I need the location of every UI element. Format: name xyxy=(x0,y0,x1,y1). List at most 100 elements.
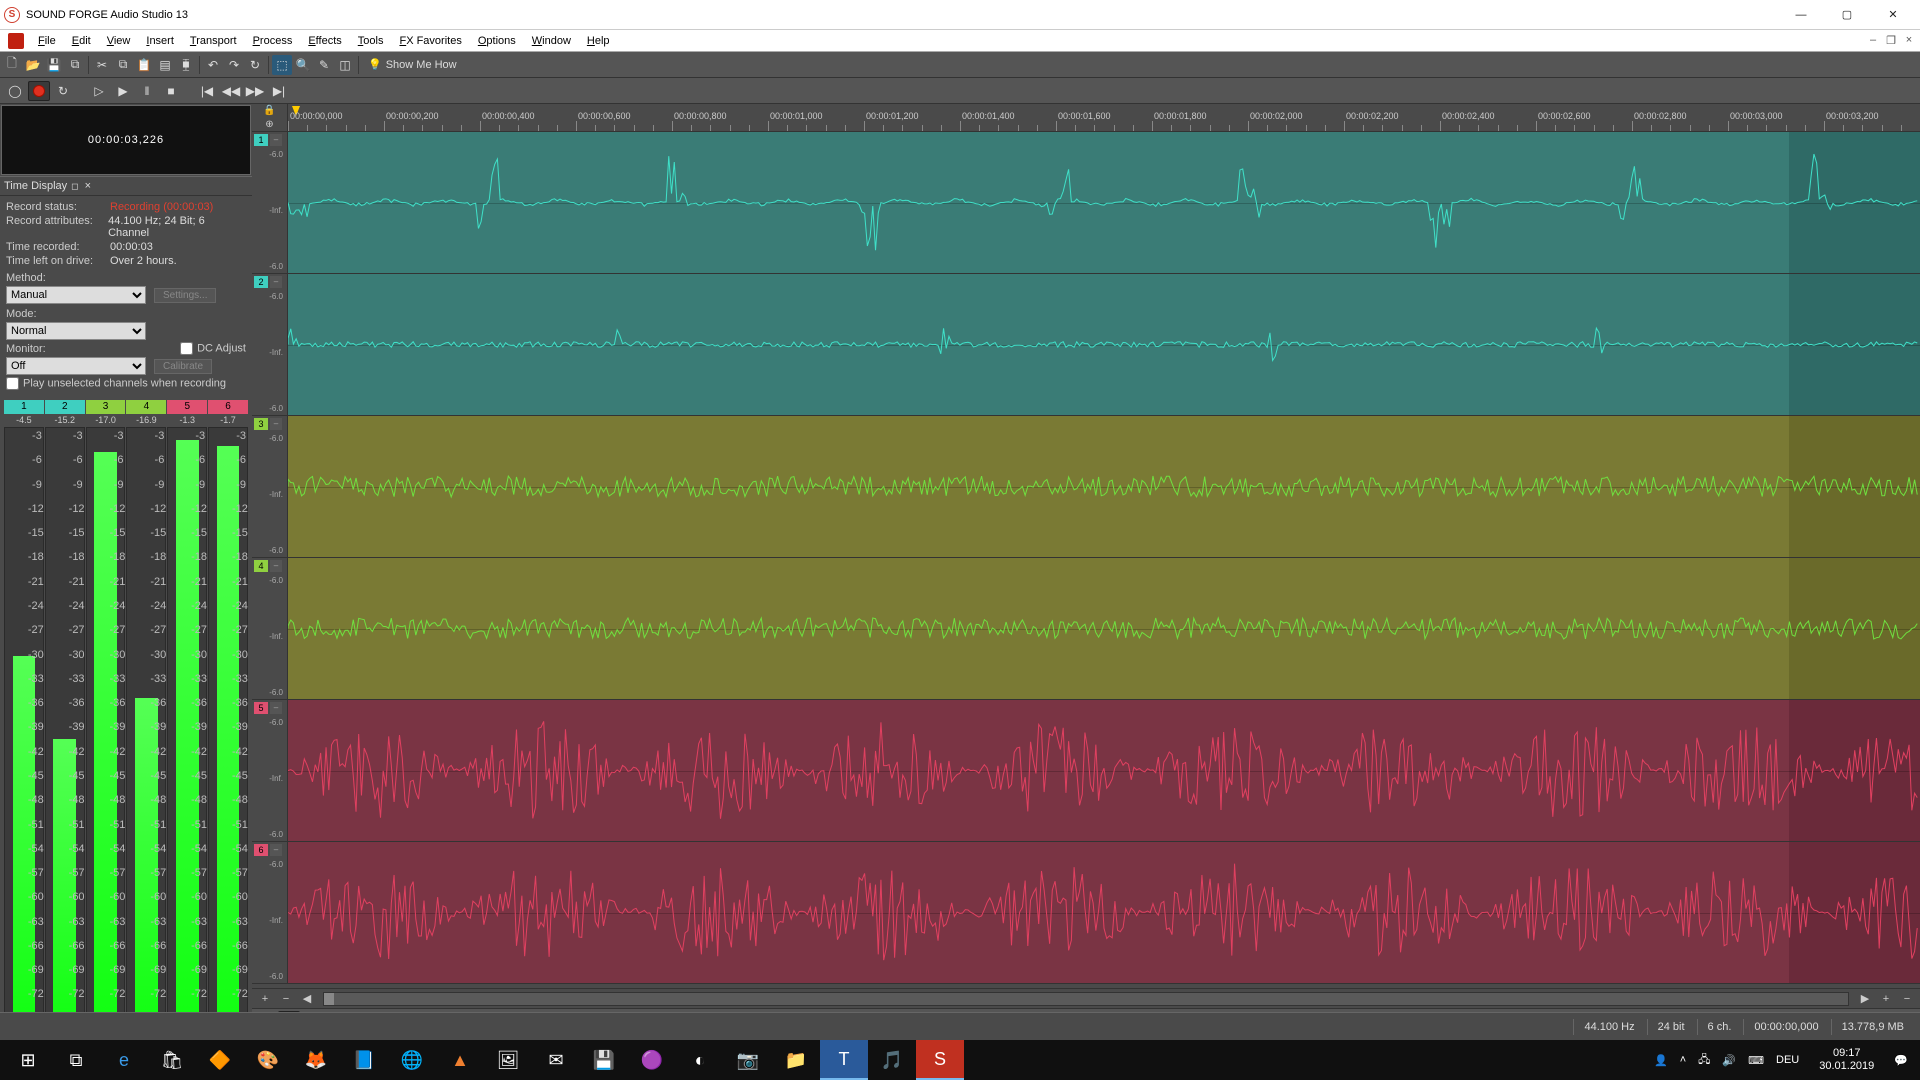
menu-fx-favorites[interactable]: FX Favorites xyxy=(391,32,469,50)
tray-language[interactable]: DEU xyxy=(1776,1054,1799,1066)
mdi-minimize-button[interactable]: – xyxy=(1864,34,1882,47)
scroll-right-button[interactable]: ▶ xyxy=(1856,991,1874,1007)
app-icon-7[interactable]: ◐ xyxy=(676,1040,724,1080)
track-4[interactable]: 4 – -6.0-Inf.-6.0 xyxy=(252,558,1920,700)
meter-channel-5[interactable]: 5 -1.3 -3-6-9-12-15-18-21-24-27-30-33-36… xyxy=(167,400,207,1028)
app-icon-9[interactable]: 🎵 xyxy=(868,1040,916,1080)
transport-record-button[interactable] xyxy=(28,81,50,101)
menu-help[interactable]: Help xyxy=(579,32,618,50)
transport-forward-button[interactable]: ▶▶ xyxy=(244,81,266,101)
track-2[interactable]: 2 – -6.0-Inf.-6.0 xyxy=(252,274,1920,416)
app-icon-6[interactable]: 🟣 xyxy=(628,1040,676,1080)
waveform-1[interactable] xyxy=(288,132,1920,273)
cut-button[interactable]: ✂ xyxy=(92,55,112,75)
tray-clock[interactable]: 09:17 30.01.2019 xyxy=(1811,1047,1882,1073)
menu-insert[interactable]: Insert xyxy=(138,32,182,50)
method-select[interactable]: Manual xyxy=(6,286,146,304)
redo-button[interactable]: ↷ xyxy=(224,55,244,75)
waveform-3[interactable] xyxy=(288,416,1920,557)
meter-channel-6[interactable]: 6 -1.7 -3-6-9-12-15-18-21-24-27-30-33-36… xyxy=(208,400,248,1028)
waveform-4[interactable] xyxy=(288,558,1920,699)
app-icon-4[interactable]: 🌐 xyxy=(388,1040,436,1080)
pencil-tool-button[interactable]: ✎ xyxy=(314,55,334,75)
transport-loop-playback-button[interactable]: ↻ xyxy=(52,81,74,101)
app-icon-5[interactable]: 🖼 xyxy=(484,1040,532,1080)
app-icon-8[interactable]: 📷 xyxy=(724,1040,772,1080)
repeat-button[interactable]: ↻ xyxy=(245,55,265,75)
track-header-2[interactable]: 2 – -6.0-Inf.-6.0 xyxy=(252,274,288,415)
meter-channel-1[interactable]: 1 -4.5 -3-6-9-12-15-18-21-24-27-30-33-36… xyxy=(4,400,44,1028)
menu-file[interactable]: File xyxy=(30,32,64,50)
store-icon[interactable]: 🛍 xyxy=(148,1040,196,1080)
track-minimize-icon[interactable]: – xyxy=(270,702,282,714)
save-as-button[interactable]: ⧉ xyxy=(65,55,85,75)
save-icon[interactable]: 💾 xyxy=(580,1040,628,1080)
waveform-5[interactable] xyxy=(288,700,1920,841)
settings-button[interactable]: Settings... xyxy=(154,288,216,303)
transport-pause-button[interactable]: ‖ xyxy=(136,81,158,101)
status-selection[interactable]: 00:00:00,000 xyxy=(1743,1019,1828,1035)
copy-button[interactable]: ⧉ xyxy=(113,55,133,75)
track-header-6[interactable]: 6 – -6.0-Inf.-6.0 xyxy=(252,842,288,983)
track-header-1[interactable]: 1 – -6.0-Inf.-6.0 xyxy=(252,132,288,273)
magnify-tool-button[interactable]: 🔍 xyxy=(293,55,313,75)
waveform-6[interactable] xyxy=(288,842,1920,983)
status-channels[interactable]: 6 ch. xyxy=(1697,1019,1742,1035)
paste-button[interactable]: 📋 xyxy=(134,55,154,75)
undock-icon[interactable]: ◻ xyxy=(71,181,78,192)
close-panel-icon[interactable]: × xyxy=(85,180,91,192)
firefox-icon[interactable]: 🦊 xyxy=(292,1040,340,1080)
transport-play-button[interactable]: ▷ xyxy=(88,81,110,101)
track-6[interactable]: 6 – -6.0-Inf.-6.0 xyxy=(252,842,1920,984)
mix-button[interactable]: ▤ xyxy=(155,55,175,75)
show-me-how-button[interactable]: 💡 Show Me How xyxy=(362,58,463,71)
app-icon-1[interactable]: 🔶 xyxy=(196,1040,244,1080)
track-minimize-icon[interactable]: – xyxy=(270,134,282,146)
menu-transport[interactable]: Transport xyxy=(182,32,245,50)
menu-edit[interactable]: Edit xyxy=(64,32,99,50)
track-minimize-icon[interactable]: – xyxy=(270,560,282,572)
teams-icon[interactable]: T xyxy=(820,1040,868,1080)
transport-end-button[interactable]: ▶| xyxy=(268,81,290,101)
explorer-icon[interactable]: 📁 xyxy=(772,1040,820,1080)
mdi-restore-button[interactable]: ❐ xyxy=(1882,34,1900,47)
mail-icon[interactable]: ✉ xyxy=(532,1040,580,1080)
play-unselected-checkbox[interactable]: Play unselected channels when recording xyxy=(6,377,226,390)
event-tool-button[interactable]: ◫ xyxy=(335,55,355,75)
track-5[interactable]: 5 – -6.0-Inf.-6.0 xyxy=(252,700,1920,842)
meter-channel-2[interactable]: 2 -15.2 -3-6-9-12-15-18-21-24-27-30-33-3… xyxy=(45,400,85,1028)
app-icon-2[interactable]: 🎨 xyxy=(244,1040,292,1080)
zoom-out-horiz-button[interactable]: − xyxy=(1898,991,1916,1007)
tray-keyboard-icon[interactable]: ⌨ xyxy=(1748,1054,1764,1067)
taskview-button[interactable]: ⧉ xyxy=(52,1040,100,1080)
meter-channel-3[interactable]: 3 -17.0 -3-6-9-12-15-18-21-24-27-30-33-3… xyxy=(86,400,126,1028)
track-header-3[interactable]: 3 – -6.0-Inf.-6.0 xyxy=(252,416,288,557)
dc-adjust-checkbox[interactable]: DC Adjust xyxy=(180,342,246,355)
app-icon-3[interactable]: 📘 xyxy=(340,1040,388,1080)
transport-stop-button[interactable]: ■ xyxy=(160,81,182,101)
window-minimize-button[interactable]: — xyxy=(1778,0,1824,30)
tray-volume-icon[interactable]: 🔊 xyxy=(1722,1054,1736,1067)
lock-icon[interactable]: 🔒 xyxy=(252,104,287,118)
edit-tool-button[interactable]: ⬚ xyxy=(272,55,292,75)
calibrate-button[interactable]: Calibrate xyxy=(154,359,212,374)
mode-select[interactable]: Normal xyxy=(6,322,146,340)
window-close-button[interactable]: ✕ xyxy=(1870,0,1916,30)
transport-play-all-button[interactable]: ▶ xyxy=(112,81,134,101)
track-1[interactable]: 1 – -6.0-Inf.-6.0 xyxy=(252,132,1920,274)
zoom-in-vert-button[interactable]: + xyxy=(256,991,274,1007)
trim-button[interactable]: ⧯ xyxy=(176,55,196,75)
monitor-select[interactable]: Off xyxy=(6,357,146,375)
track-header-4[interactable]: 4 – -6.0-Inf.-6.0 xyxy=(252,558,288,699)
menu-effects[interactable]: Effects xyxy=(300,32,349,50)
start-button[interactable]: ⊞ xyxy=(4,1040,52,1080)
track-header-5[interactable]: 5 – -6.0-Inf.-6.0 xyxy=(252,700,288,841)
new-button[interactable]: 🗋 xyxy=(2,55,22,75)
time-ruler[interactable]: 00:00:00,00000:00:00,20000:00:00,40000:0… xyxy=(288,104,1920,131)
transport-start-button[interactable]: |◀ xyxy=(196,81,218,101)
time-display-tab[interactable]: Time Display ◻ × xyxy=(0,176,252,196)
soundforge-taskbar-icon[interactable]: S xyxy=(916,1040,964,1080)
track-minimize-icon[interactable]: – xyxy=(270,418,282,430)
status-file-size[interactable]: 13.778,9 MB xyxy=(1831,1019,1914,1035)
meter-channel-4[interactable]: 4 -16.9 -3-6-9-12-15-18-21-24-27-30-33-3… xyxy=(126,400,166,1028)
